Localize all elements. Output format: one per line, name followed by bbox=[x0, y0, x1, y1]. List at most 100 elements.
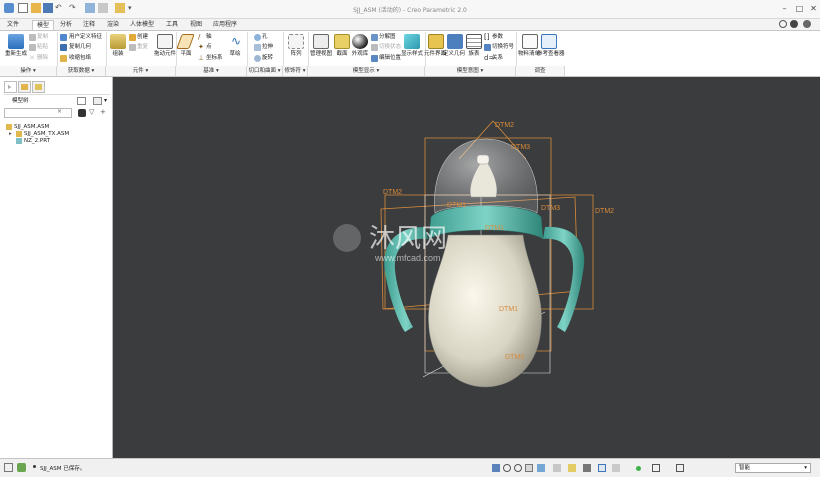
relations-button[interactable]: 关系 bbox=[492, 55, 503, 62]
selection-filter-dropdown[interactable]: 智能 ▾ bbox=[735, 463, 811, 473]
drag-components-icon[interactable] bbox=[157, 34, 173, 49]
filter-icon[interactable]: ▽ bbox=[89, 108, 94, 116]
section-icon[interactable] bbox=[334, 34, 350, 49]
saved-orientations-icon[interactable] bbox=[553, 464, 561, 472]
maximize-icon[interactable]: □ bbox=[795, 4, 804, 13]
bottle-handle-right[interactable] bbox=[543, 226, 585, 332]
toggle-status-button[interactable]: 切换状态 bbox=[379, 44, 401, 51]
selection-filter-icon[interactable] bbox=[652, 464, 660, 472]
tab-applications[interactable]: 应用程序 bbox=[209, 20, 241, 30]
tab-render[interactable]: 渲染 bbox=[103, 20, 123, 30]
manage-views-icon[interactable] bbox=[313, 34, 329, 49]
manage-views-button[interactable]: 管理视图 bbox=[309, 51, 333, 58]
component-interface-icon[interactable] bbox=[428, 34, 444, 49]
axis-button[interactable]: 轴 bbox=[206, 34, 212, 41]
folder-browser-tab[interactable] bbox=[18, 81, 31, 93]
copy-geometry-button[interactable]: 复制几何 bbox=[69, 44, 91, 51]
tree-filters-icon[interactable] bbox=[93, 97, 102, 105]
parameters-button[interactable]: 参数 bbox=[492, 34, 503, 41]
model-tree-tab[interactable]: ⊧ bbox=[4, 81, 17, 93]
point-button[interactable]: 点 bbox=[206, 44, 212, 51]
assemble-button[interactable]: 组装 bbox=[108, 51, 128, 58]
tree-item-root[interactable]: SJJ_ASM.ASM bbox=[14, 124, 49, 131]
paste-button[interactable]: 粘贴 bbox=[37, 44, 48, 51]
display-style-button[interactable]: 显示样式 bbox=[401, 51, 423, 58]
tab-annotate[interactable]: 注释 bbox=[79, 20, 99, 30]
appearance-gallery-button[interactable]: 外观库 bbox=[349, 51, 371, 58]
drag-components-button[interactable]: 拖动元件 bbox=[153, 51, 177, 58]
search-help-icon[interactable] bbox=[779, 20, 787, 28]
graphics-window[interactable]: DTM2 DTM3 DTM2 DTM2 DTM3 DTM1 DTM1 DTM3 … bbox=[113, 77, 820, 458]
reference-viewer-button[interactable]: 参考查看器 bbox=[537, 51, 565, 58]
find-icon[interactable] bbox=[78, 109, 86, 117]
group-model-intent[interactable]: 模型意图 ▾ bbox=[425, 66, 516, 76]
group-model-display[interactable]: 模型显示 ▾ bbox=[308, 66, 425, 76]
plane-button[interactable]: 平面 bbox=[177, 51, 195, 58]
exploded-view-button[interactable]: 分解图 bbox=[379, 34, 396, 41]
shrinkwrap-button[interactable]: 收缩包络 bbox=[69, 55, 91, 62]
hole-button[interactable]: 孔 bbox=[262, 34, 268, 41]
repaint-icon[interactable] bbox=[525, 464, 533, 472]
tab-file[interactable]: 文件 bbox=[3, 20, 23, 30]
close-icon[interactable]: ✕ bbox=[809, 4, 818, 13]
toggle-navigator-icon[interactable] bbox=[4, 463, 13, 472]
group-cut-surface[interactable]: 切口和曲面 ▾ bbox=[247, 66, 283, 76]
browser-icon[interactable] bbox=[17, 463, 26, 472]
tree-item-subassembly[interactable]: SJJ_ASM_TX.ASM bbox=[24, 131, 69, 138]
csys-button[interactable]: 坐标系 bbox=[206, 55, 223, 62]
extrude-button[interactable]: 拉伸 bbox=[262, 44, 273, 51]
delete-button[interactable]: 删除 bbox=[37, 55, 48, 62]
tree-settings-icon[interactable] bbox=[77, 97, 86, 105]
reference-viewer-icon[interactable] bbox=[541, 34, 557, 49]
regenerate-icon[interactable] bbox=[8, 34, 24, 49]
clear-search-icon[interactable]: × bbox=[57, 108, 62, 115]
display-style-icon[interactable] bbox=[404, 34, 420, 49]
nipple-tip[interactable] bbox=[476, 154, 490, 165]
tab-manikin[interactable]: 人体模型 bbox=[126, 20, 158, 30]
refit-icon[interactable] bbox=[492, 464, 500, 472]
favorites-tab[interactable] bbox=[32, 81, 45, 93]
add-icon[interactable]: + bbox=[100, 108, 106, 116]
sketch-icon[interactable]: ∿ bbox=[228, 34, 244, 49]
sketch-button[interactable]: 草绘 bbox=[226, 51, 244, 58]
edit-position-button[interactable]: 编辑位置 bbox=[379, 55, 401, 62]
switch-symbols-button[interactable]: 切换符号 bbox=[492, 44, 514, 51]
zoom-out-icon[interactable] bbox=[514, 464, 522, 472]
spin-center-icon[interactable] bbox=[612, 464, 620, 472]
bottle-body[interactable] bbox=[428, 234, 542, 388]
group-component[interactable]: 元件 ▾ bbox=[106, 66, 176, 76]
help-icon[interactable] bbox=[790, 20, 798, 28]
define-geometry-button[interactable]: 定义几何 bbox=[443, 51, 465, 58]
group-investigate[interactable]: 调查 bbox=[516, 66, 565, 76]
regenerate-button[interactable]: 重新生成 bbox=[4, 51, 28, 58]
group-operations[interactable]: 操作 ▾ bbox=[0, 66, 57, 76]
assemble-icon[interactable] bbox=[110, 34, 126, 49]
tab-analysis[interactable]: 分析 bbox=[56, 20, 76, 30]
display-style-toolbar-icon[interactable] bbox=[537, 464, 545, 472]
tree-item-part[interactable]: NZ_2.PRT bbox=[24, 138, 50, 145]
tab-view[interactable]: 视图 bbox=[186, 20, 206, 30]
revolve-button[interactable]: 旋转 bbox=[262, 55, 273, 62]
windows-toolbar-icon[interactable] bbox=[676, 464, 684, 472]
family-table-button[interactable]: 族表 bbox=[464, 51, 484, 58]
perspective-icon[interactable] bbox=[583, 464, 591, 472]
view-manager-icon[interactable] bbox=[568, 464, 576, 472]
tab-tools[interactable]: 工具 bbox=[162, 20, 182, 30]
define-geometry-icon[interactable] bbox=[447, 34, 463, 49]
create-button[interactable]: 创建 bbox=[137, 34, 148, 41]
chevron-down-icon[interactable]: ▾ bbox=[104, 97, 107, 104]
pattern-button[interactable]: 阵列 bbox=[286, 51, 306, 58]
group-get-data[interactable]: 获取数据 ▾ bbox=[57, 66, 106, 76]
repeat-button[interactable]: 重复 bbox=[137, 44, 148, 51]
expand-icon[interactable]: ▸ bbox=[9, 131, 12, 138]
pattern-icon[interactable] bbox=[288, 34, 304, 49]
copy-button[interactable]: 复制 bbox=[37, 34, 48, 41]
minimize-icon[interactable]: – bbox=[780, 4, 789, 13]
bill-of-materials-icon[interactable] bbox=[522, 34, 538, 49]
appearance-gallery-icon[interactable] bbox=[352, 34, 368, 49]
tab-model[interactable]: 模型 bbox=[32, 20, 55, 30]
settings-icon[interactable] bbox=[803, 20, 811, 28]
group-modifiers[interactable]: 修饰符 ▾ bbox=[283, 66, 308, 76]
user-defined-feature-button[interactable]: 用户定义特征 bbox=[69, 34, 102, 41]
datum-display-icon[interactable] bbox=[598, 464, 606, 472]
